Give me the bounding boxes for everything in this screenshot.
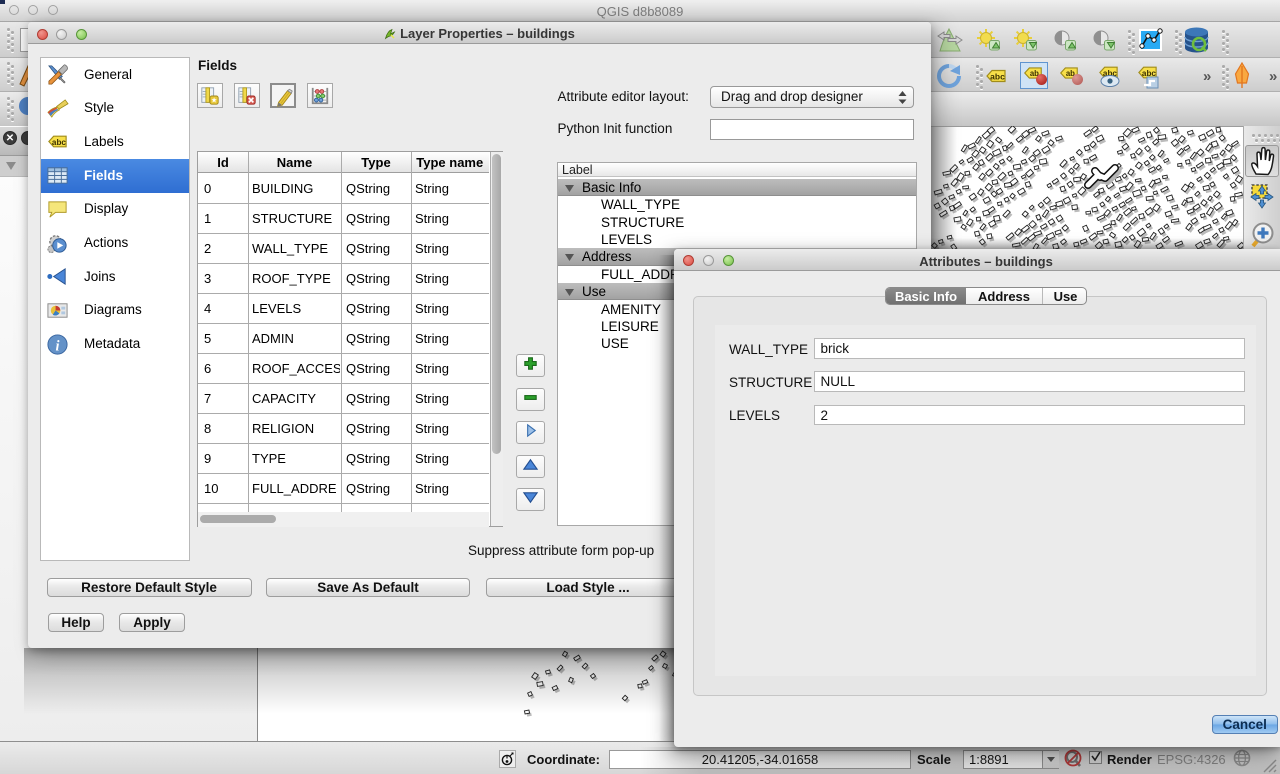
svg-text:abc: abc [52,138,66,147]
svg-text:i: i [56,338,60,354]
svg-text:abc: abc [990,72,1005,82]
